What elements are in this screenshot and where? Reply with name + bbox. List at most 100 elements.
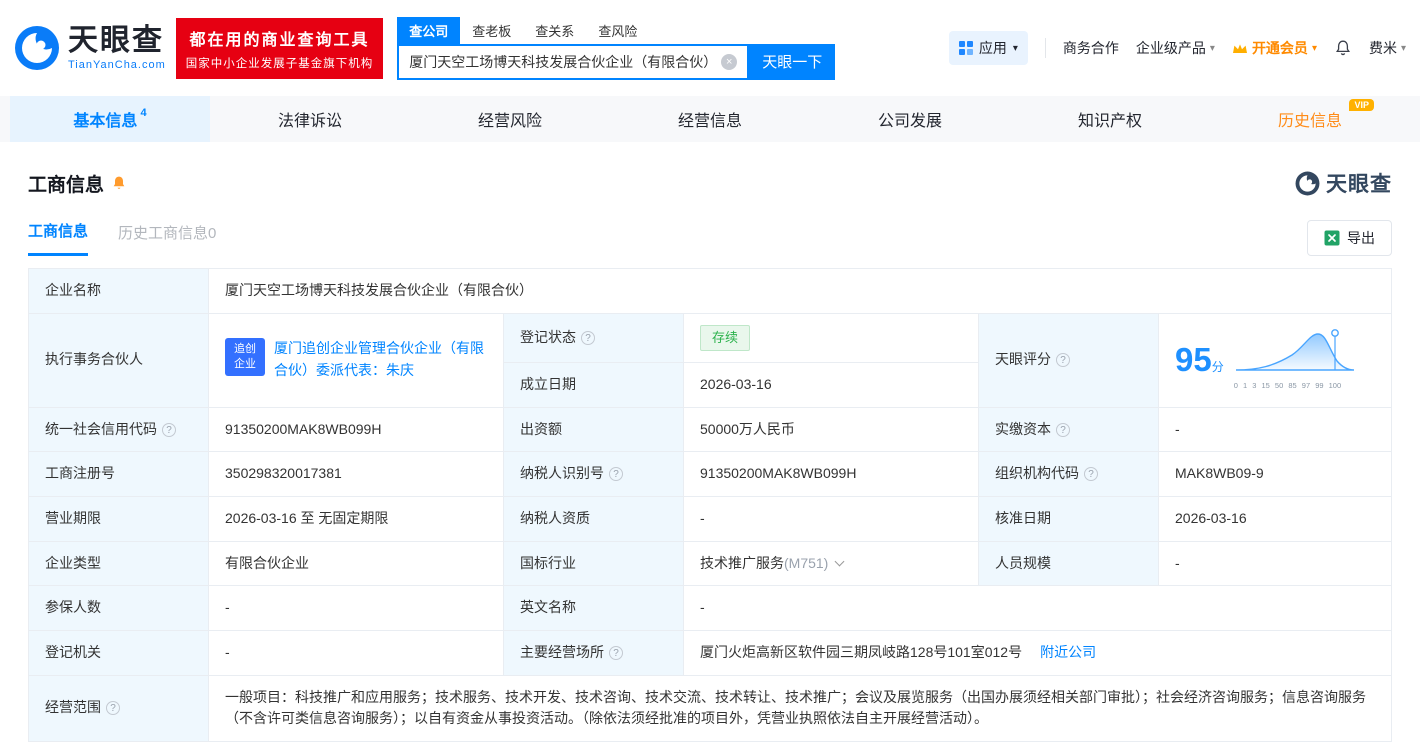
tab-company-development[interactable]: 公司发展 [810, 96, 1010, 142]
table-row: 企业类型 有限合伙企业 国标行业 技术推广服务 (M751) 人员规模 - [28, 540, 1392, 587]
search-button[interactable]: 天眼一下 [749, 43, 836, 80]
search-area: 查公司 查老板 查关系 查风险 厦门天空工场博天科技发展合伙企业（有限合伙） ×… [397, 16, 836, 80]
apps-menu[interactable]: 应用 ▾ [948, 31, 1028, 65]
reg-status-value: 存续 [683, 312, 979, 363]
top-header: 天眼查 TianYanCha.com 都在用的商业查询工具 国家中小企业发展子基… [0, 0, 1420, 96]
tab-operation-risk[interactable]: 经营风险 [410, 96, 610, 142]
capital-label: 出资额 [503, 406, 684, 453]
help-icon[interactable]: ? [162, 422, 176, 437]
company-name-value: 厦门天空工场博天科技发展合伙企业（有限合伙） [208, 268, 1392, 314]
tab-label: 公司发展 [877, 113, 942, 130]
notifications-bell[interactable] [1334, 39, 1352, 57]
english-name-label: 英文名称 [503, 585, 684, 631]
company-detail-tabs: 基本信息 4 法律诉讼 经营风险 经营信息 公司发展 知识产权 历史信息 VIP [0, 96, 1420, 142]
approval-date-label: 核准日期 [978, 495, 1159, 542]
industry-code: (M751) [784, 554, 829, 571]
business-scope-value: 一般项目：科技推广和应用服务；技术服务、技术开发、技术咨询、技术交流、技术转让、… [208, 674, 1392, 742]
search-tab-boss[interactable]: 查老板 [460, 17, 523, 44]
approval-date-value: 2026-03-16 [1158, 495, 1392, 542]
table-row: 统一社会信用代码? 91350200MAK8WB099H 出资额 50000万人… [28, 406, 1392, 453]
business-info-subtabs: 工商信息 历史工商信息0 导出 [28, 220, 1392, 256]
apps-grid-icon [958, 41, 973, 55]
subtab-history-business-info[interactable]: 历史工商信息0 [118, 222, 216, 255]
chevron-down-icon: ▾ [1311, 42, 1317, 54]
search-tab-risk[interactable]: 查风险 [586, 17, 649, 44]
business-scope-label: 经营范围? [28, 674, 209, 742]
subtab-business-info[interactable]: 工商信息 [28, 220, 89, 256]
help-icon[interactable]: ? [609, 467, 623, 482]
score-number: 95分 [1175, 340, 1224, 378]
open-vip-link[interactable]: 开通会员 ▾ [1232, 38, 1317, 58]
vip-badge: VIP [1349, 99, 1374, 111]
watermark-logo-icon [1295, 171, 1320, 195]
partner-company-badge: 追创 企业 [225, 338, 265, 377]
apps-label: 应用 [978, 40, 1007, 56]
enterprise-products-menu[interactable]: 企业级产品 ▾ [1136, 38, 1215, 58]
export-button[interactable]: 导出 [1307, 220, 1392, 256]
help-icon[interactable]: ? [581, 330, 595, 345]
nearby-companies-link[interactable]: 附近公司 [1040, 642, 1096, 664]
business-cooperation-link[interactable]: 商务合作 [1063, 38, 1119, 58]
capital-value: 50000万人民币 [683, 406, 979, 453]
org-code-value: MAK8WB09-9 [1158, 451, 1392, 497]
taxpayer-id-label: 纳税人识别号? [503, 451, 684, 497]
tab-label: 经营风险 [477, 113, 542, 130]
search-tabs: 查公司 查老板 查关系 查风险 [397, 16, 835, 44]
table-row: 经营范围? 一般项目：科技推广和应用服务；技术服务、技术开发、技术咨询、技术交流… [28, 674, 1392, 742]
tianyancha-logo[interactable]: 天眼查 TianYanCha.com [14, 25, 166, 71]
cooperation-label: 商务合作 [1062, 40, 1119, 56]
help-icon[interactable]: ? [1084, 467, 1098, 482]
watermark-text: 天眼查 [1326, 173, 1392, 196]
insured-count-label: 参保人数 [28, 585, 209, 631]
managing-partner-value: 追创 企业 厦门追创企业管理合伙企业（有限合伙）委派代表：朱庆 [208, 312, 504, 408]
taxpayer-qualification-value: - [683, 495, 979, 542]
chevron-down-icon: ▾ [1400, 42, 1406, 54]
user-menu[interactable]: 费米 ▾ [1369, 38, 1406, 58]
divider [1044, 38, 1046, 58]
help-icon[interactable]: ? [1056, 353, 1070, 368]
company-type-value: 有限合伙企业 [208, 540, 504, 587]
taxpayer-id-value: 91350200MAK8WB099H [683, 451, 979, 497]
reg-status-label: 登记状态? [503, 312, 684, 363]
help-icon[interactable]: ? [1056, 422, 1070, 437]
promo-banner: 都在用的商业查询工具 国家中小企业发展子基金旗下机构 [175, 17, 384, 79]
tab-basic-info[interactable]: 基本信息 4 [10, 96, 210, 142]
tab-legal-litigation[interactable]: 法律诉讼 [210, 96, 410, 142]
export-label: 导出 [1347, 230, 1375, 246]
tab-intellectual-property[interactable]: 知识产权 [1010, 96, 1210, 142]
org-code-label: 组织机构代码? [978, 451, 1159, 497]
score-curve-chart: 0 1 3 15 50 85 97 99 100 [1234, 328, 1356, 391]
industry-name: 技术推广服务 [700, 554, 784, 571]
search-input[interactable]: 厦门天空工场博天科技发展合伙企业（有限合伙） × [397, 43, 750, 80]
partner-company-link[interactable]: 厦门追创企业管理合伙企业（有限合伙）委派代表：朱庆 [274, 338, 487, 381]
address-value: 厦门火炬高新区软件园三期凤岐路128号101室012号 附近公司 [683, 629, 1392, 676]
tab-label: 历史信息 [1277, 113, 1342, 130]
established-date-label: 成立日期 [503, 361, 684, 408]
address-text: 厦门火炬高新区软件园三期凤岐路128号101室012号 [700, 643, 1023, 660]
tab-operation-info[interactable]: 经营信息 [610, 96, 810, 142]
score-label: 天眼评分? [978, 312, 1159, 408]
clear-search-icon[interactable]: × [721, 53, 738, 70]
tab-label: 经营信息 [677, 113, 742, 130]
logo-text-en: TianYanCha.com [68, 58, 166, 71]
search-tab-relation[interactable]: 查关系 [523, 17, 586, 44]
main-content: 工商信息 天眼查 工商信息 历史工商信息0 导出 企业名称 厦门天空工场博天科技… [0, 168, 1420, 742]
credit-code-label: 统一社会信用代码? [28, 406, 209, 453]
banner-line2: 国家中小企业发展子基金旗下机构 [185, 57, 374, 70]
tab-history-info[interactable]: 历史信息 VIP [1210, 96, 1410, 142]
industry-expand-chevron-icon[interactable] [834, 556, 845, 567]
credit-code-value: 91350200MAK8WB099H [208, 406, 504, 453]
company-name-label: 企业名称 [28, 268, 209, 314]
business-term-value: 2026-03-16 至 无固定期限 [208, 495, 504, 542]
help-icon[interactable]: ? [609, 645, 623, 660]
search-tab-company[interactable]: 查公司 [397, 16, 461, 44]
help-icon[interactable]: ? [106, 701, 120, 716]
username-label: 费米 [1368, 40, 1397, 56]
industry-value: 技术推广服务 (M751) [683, 540, 979, 587]
banner-line1: 都在用的商业查询工具 [189, 31, 370, 49]
paid-capital-label: 实缴资本? [978, 406, 1159, 453]
business-info-table: 企业名称 厦门天空工场博天科技发展合伙企业（有限合伙） 执行事务合伙人 追创 企… [28, 268, 1392, 742]
table-row: 参保人数 - 英文名称 - [28, 585, 1392, 631]
section-title: 工商信息 [28, 174, 105, 196]
monitor-bell-icon[interactable] [111, 175, 127, 191]
